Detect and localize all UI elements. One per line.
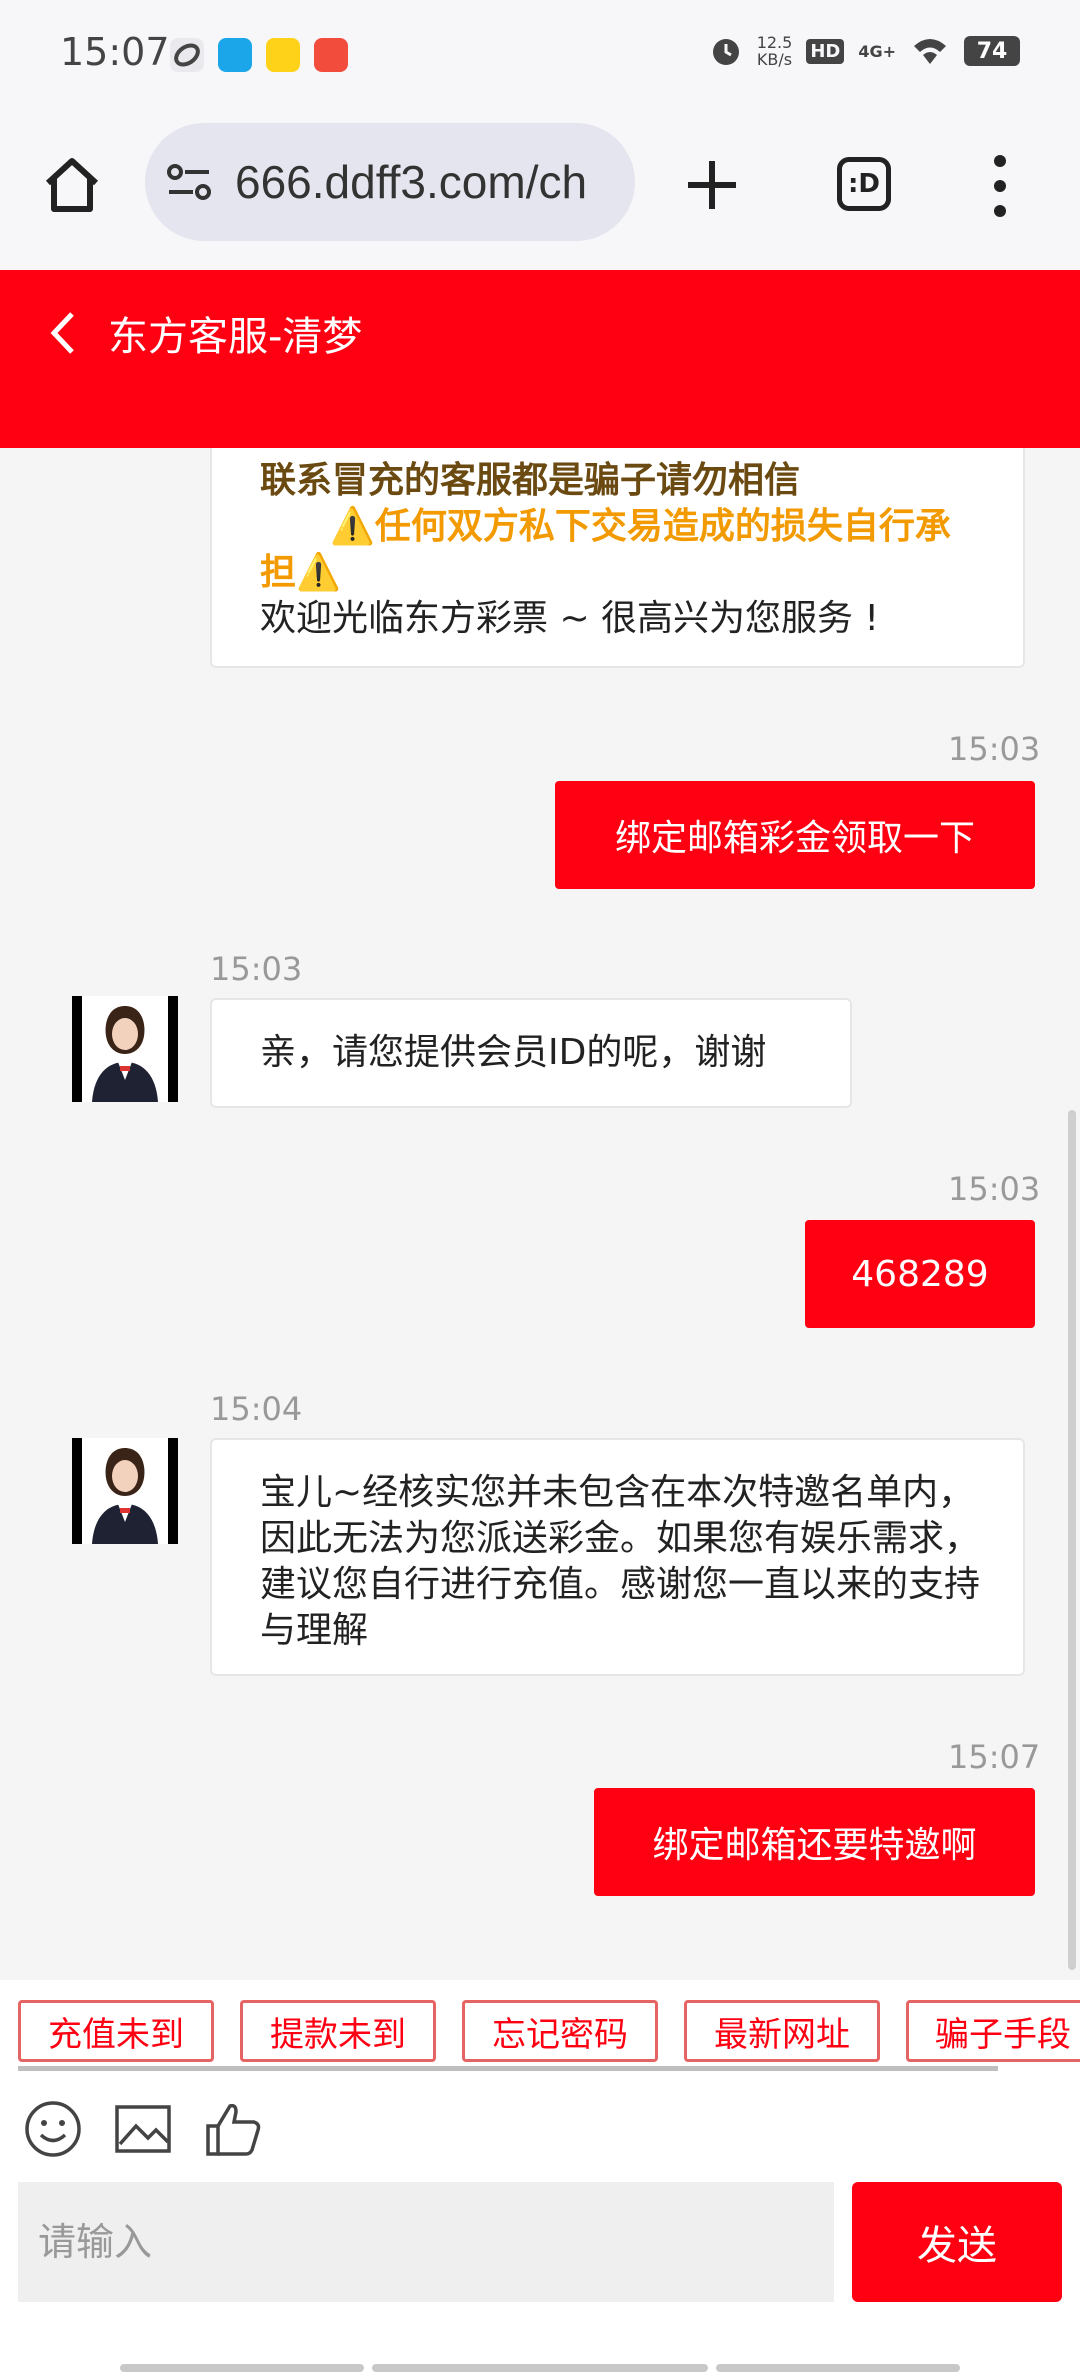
notice-line: ⚠️任何双方私下交易造成的损失自行承 xyxy=(330,506,951,547)
more-icon[interactable] xyxy=(985,151,1015,221)
message-timestamp: 15:07 xyxy=(948,1738,1041,1776)
chat-messages[interactable]: 联系冒充的客服都是骗子请勿相信 ⚠️任何双方私下交易造成的损失自行承 担⚠️ 欢… xyxy=(0,448,1080,1980)
quick-reply-bar: 充值未到 提款未到 忘记密码 最新网址 骗子手段 xyxy=(0,1980,1080,2072)
status-bar: 15:07 12.5 KB/s HD 4G+ 74 xyxy=(0,0,1080,115)
alarm-icon xyxy=(712,39,739,65)
quick-reply-button[interactable]: 骗子手段 xyxy=(906,2000,1080,2062)
message-composer: 发送 xyxy=(0,2072,1080,2376)
app-notification-icon xyxy=(266,38,300,72)
agent-avatar xyxy=(72,996,178,1102)
app-notification-icon xyxy=(218,38,252,72)
chat-header: 东方客服-清梦 xyxy=(0,270,1080,448)
agent-avatar-image xyxy=(82,996,168,1102)
browser-toolbar: 666.ddff3.com/ch :D xyxy=(0,115,1080,270)
message-timestamp: 15:04 xyxy=(210,1390,303,1428)
user-message-bubble: 绑定邮箱彩金领取一下 xyxy=(555,781,1035,889)
home-icon[interactable] xyxy=(40,153,104,217)
message-timestamp: 15:03 xyxy=(210,950,303,988)
quick-reply-button[interactable]: 提款未到 xyxy=(240,2000,436,2062)
chat-scrollbar[interactable] xyxy=(1068,1110,1076,1970)
hd-badge: HD xyxy=(806,38,845,64)
quick-reply-button[interactable]: 最新网址 xyxy=(684,2000,880,2062)
gesture-bar xyxy=(716,2364,960,2372)
page-title: 东方客服-清梦 xyxy=(108,314,363,360)
notice-line: 联系冒充的客服都是骗子请勿相信 xyxy=(260,460,801,501)
agent-avatar xyxy=(72,1438,178,1544)
gesture-bar xyxy=(120,2364,364,2372)
site-settings-icon[interactable] xyxy=(165,160,213,204)
agent-message-bubble: 宝儿~经核实您并未包含在本次特邀名单内，因此无法为您派送彩金。如果您有娱乐需求，… xyxy=(210,1438,1025,1676)
plus-icon[interactable] xyxy=(680,153,744,217)
status-time: 15:07 xyxy=(60,30,170,74)
url-text: 666.ddff3.com/ch xyxy=(235,156,588,208)
like-icon[interactable] xyxy=(202,2098,264,2160)
quick-reply-button[interactable]: 充值未到 xyxy=(18,2000,214,2062)
emoji-icon[interactable] xyxy=(22,2098,84,2160)
welcome-message-bubble: 联系冒充的客服都是骗子请勿相信 ⚠️任何双方私下交易造成的损失自行承 担⚠️ 欢… xyxy=(210,448,1025,668)
agent-message-text: 宝儿~经核实您并未包含在本次特邀名单内，因此无法为您派送彩金。如果您有娱乐需求，… xyxy=(260,1472,981,1651)
status-indicators: 12.5 KB/s HD 4G+ 74 xyxy=(709,34,1020,68)
welcome-text: 欢迎光临东方彩票 ~ 很高兴为您服务 ! xyxy=(260,598,879,639)
gesture-bar xyxy=(372,2364,708,2372)
user-message-bubble: 绑定邮箱还要特邀啊 xyxy=(594,1788,1035,1896)
address-bar[interactable]: 666.ddff3.com/ch xyxy=(145,123,635,241)
battery-indicator: 74 xyxy=(964,36,1020,66)
user-message-bubble: 468289 xyxy=(805,1220,1035,1328)
agent-message-text: 亲，请您提供会员ID的呢，谢谢 xyxy=(260,1032,767,1073)
message-timestamp: 15:03 xyxy=(948,730,1041,768)
status-app-icons xyxy=(170,38,348,72)
app-notification-icon xyxy=(170,38,204,72)
image-icon[interactable] xyxy=(112,2098,174,2160)
quick-reply-button[interactable]: 忘记密码 xyxy=(462,2000,658,2062)
quick-reply-scrollbar[interactable] xyxy=(18,2066,998,2071)
network-type: 4G+ xyxy=(858,41,896,61)
app-notification-icon xyxy=(314,38,348,72)
message-input[interactable] xyxy=(18,2182,834,2302)
message-timestamp: 15:03 xyxy=(948,1170,1041,1208)
back-icon[interactable] xyxy=(44,308,80,358)
wifi-icon xyxy=(914,39,946,64)
network-speed: 12.5 KB/s xyxy=(756,33,793,69)
tabs-icon[interactable]: :D xyxy=(837,157,891,211)
notice-line: 担⚠️ xyxy=(260,552,341,593)
send-button[interactable]: 发送 xyxy=(852,2182,1062,2302)
agent-message-bubble: 亲，请您提供会员ID的呢，谢谢 xyxy=(210,998,852,1108)
agent-avatar-image xyxy=(82,1438,168,1544)
